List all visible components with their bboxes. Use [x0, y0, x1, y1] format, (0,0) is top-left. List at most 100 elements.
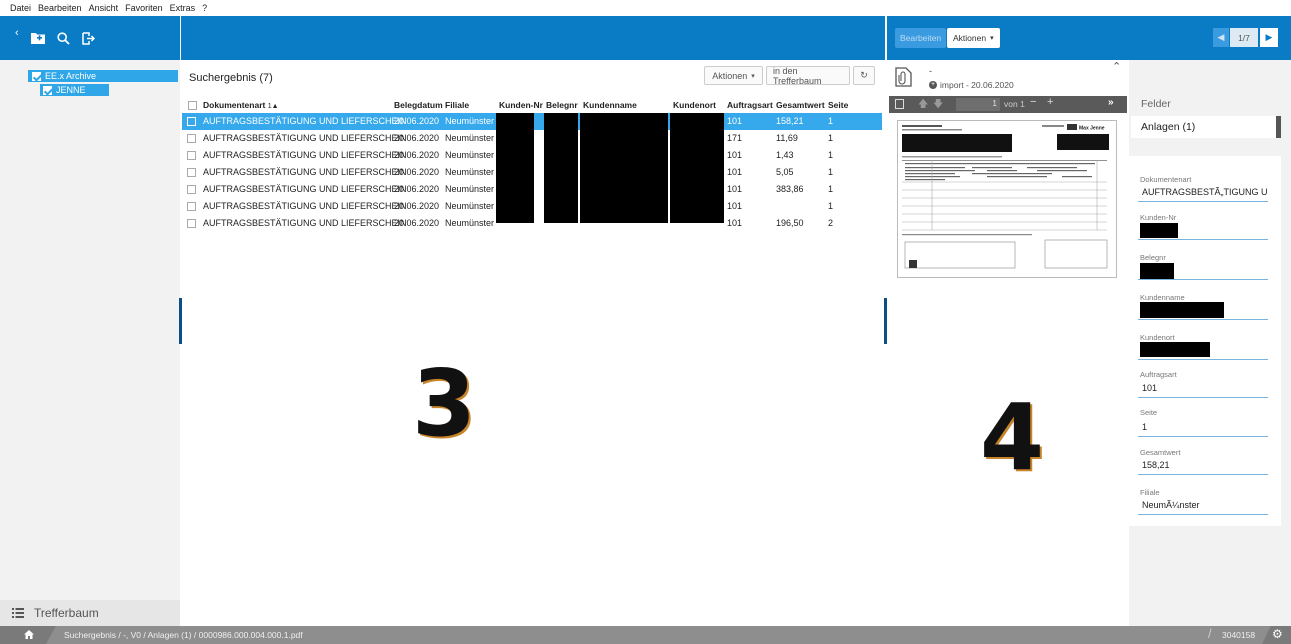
- cell-gesamtwert: 11,69: [776, 133, 798, 143]
- field-label-kundenname: Kundenname: [1140, 293, 1185, 302]
- page-down-icon[interactable]: 🡇: [933, 97, 943, 114]
- row-checkbox[interactable]: [187, 185, 196, 194]
- col-belegdatum[interactable]: Belegdatum: [394, 100, 443, 110]
- cell-art: AUFTRAGSBESTÄTIGUNG UND LIEFERSCHEIN: [203, 116, 407, 126]
- col-kundenname[interactable]: Kundenname: [583, 100, 637, 110]
- to-trefferbaum-button[interactable]: in den Trefferbaum: [766, 66, 850, 86]
- row-checkbox[interactable]: [187, 202, 196, 211]
- row-checkbox[interactable]: [187, 151, 196, 160]
- doc-info: + import - 20.06.2020: [929, 80, 1014, 90]
- refresh-button[interactable]: ↻: [853, 66, 875, 85]
- center-actions-button[interactable]: Aktionen ▾: [704, 66, 763, 85]
- pdf-toolbar: 🡅 🡇 1 von 1 − + »: [889, 96, 1127, 113]
- menu-favoriten[interactable]: Favoriten: [125, 3, 163, 13]
- field-label-auftragsart: Auftragsart: [1140, 370, 1177, 379]
- folder-add-icon[interactable]: [30, 32, 45, 44]
- checkbox-checked-icon[interactable]: [32, 71, 41, 81]
- tab-anlagen[interactable]: Anlagen (1): [1131, 116, 1281, 138]
- field-kundenname[interactable]: [1138, 302, 1268, 320]
- cell-datum: 20.06.2020: [394, 150, 440, 160]
- sidebar-toggle-icon[interactable]: [895, 99, 904, 109]
- gear-icon[interactable]: ⚙: [1272, 627, 1283, 641]
- pdf-page-preview[interactable]: Max Jenne: [897, 120, 1117, 278]
- record-counter: 3040158: [1222, 630, 1256, 640]
- row-checkbox[interactable]: [187, 134, 196, 143]
- field-label-dokumentenart: Dokumentenart: [1140, 175, 1192, 184]
- next-result-button[interactable]: ▶: [1260, 28, 1278, 47]
- tree-node-archive[interactable]: EE.x Archive: [28, 70, 178, 82]
- row-checkbox[interactable]: [187, 219, 196, 228]
- select-all-checkbox[interactable]: [188, 101, 197, 110]
- right-actions-button[interactable]: Aktionen ▾: [947, 28, 1000, 48]
- splitter-handle-left[interactable]: [179, 298, 182, 344]
- col-seite[interactable]: Seite: [828, 100, 848, 110]
- page-up-icon[interactable]: 🡅: [918, 97, 928, 114]
- redaction-kunden-nr: [496, 113, 534, 223]
- col-gesamtwert[interactable]: Gesamtwert: [776, 100, 825, 110]
- menu-datei[interactable]: Datei: [10, 3, 31, 13]
- cell-gesamtwert: 196,50: [776, 218, 804, 228]
- arrow-right-icon: ▶: [1265, 32, 1273, 42]
- edit-button[interactable]: Bearbeiten: [895, 28, 947, 48]
- page-number-input[interactable]: 1: [956, 98, 1000, 111]
- menu-ansicht[interactable]: Ansicht: [89, 3, 119, 13]
- col-kunden-nr[interactable]: Kunden-Nr: [499, 100, 543, 110]
- overlay-number-3: 3: [412, 350, 477, 457]
- trefferbaum-tab[interactable]: Trefferbaum: [0, 600, 180, 626]
- col-auftragsart[interactable]: Auftragsart: [727, 100, 773, 110]
- redaction: [1140, 302, 1224, 318]
- actions-label: Aktionen: [712, 70, 748, 81]
- tree-node-jenne[interactable]: JENNE: [40, 84, 109, 96]
- zoom-in-icon[interactable]: +: [1047, 96, 1053, 108]
- breadcrumb[interactable]: Suchergebnis / -, V0 / Anlagen (1) / 000…: [64, 630, 303, 640]
- collapse-left-icon[interactable]: ‹: [15, 27, 19, 39]
- row-checkbox[interactable]: [187, 168, 196, 177]
- field-kundenort[interactable]: [1138, 342, 1268, 360]
- field-kunden-nr[interactable]: [1138, 222, 1268, 240]
- field-belegnr[interactable]: [1138, 262, 1268, 280]
- document-paperclip-icon: [895, 67, 912, 87]
- col-filiale[interactable]: Filiale: [445, 100, 469, 110]
- search-icon[interactable]: [57, 31, 70, 45]
- cell-auftragsart: 101: [727, 184, 743, 194]
- cell-gesamtwert: 1,43: [776, 150, 794, 160]
- separator-slash: /: [1208, 626, 1212, 641]
- field-auftragsart[interactable]: 101: [1138, 380, 1268, 398]
- col-kundenort[interactable]: Kundenort: [673, 100, 716, 110]
- preview-brand: Max Jenne: [1079, 126, 1105, 132]
- cell-filiale: Neumünster: [445, 218, 495, 228]
- page-count: von 1: [1004, 99, 1025, 109]
- menu-bearbeiten[interactable]: Bearbeiten: [38, 3, 82, 13]
- field-label-filiale: Filiale: [1140, 488, 1160, 497]
- cell-seite: 1: [828, 150, 834, 160]
- refresh-icon: ↻: [860, 70, 868, 80]
- menu-extras[interactable]: Extras: [170, 3, 196, 13]
- collapse-up-icon[interactable]: ⌃: [1112, 60, 1121, 73]
- cell-art: AUFTRAGSBESTÄTIGUNG UND LIEFERSCHEIN: [203, 150, 407, 160]
- field-filiale[interactable]: NeumÃ¼nster: [1138, 497, 1268, 515]
- home-icon[interactable]: [24, 630, 34, 639]
- tab-felder[interactable]: Felder: [1141, 98, 1171, 110]
- cell-filiale: Neumünster: [445, 133, 495, 143]
- cell-seite: 2: [828, 218, 834, 228]
- arrow-left-icon: ◀: [1217, 32, 1225, 42]
- checkbox-checked-icon[interactable]: [43, 85, 52, 95]
- field-dokumentenart[interactable]: AUFTRAGSBESTÃ„TIGUNG UN: [1138, 184, 1268, 202]
- col-dokumentenart[interactable]: Dokumentenart 1▲: [203, 100, 279, 110]
- zoom-out-icon[interactable]: −: [1030, 96, 1036, 108]
- cell-datum: 20.06.2020: [394, 133, 440, 143]
- cell-datum: 20.06.2020: [394, 116, 440, 126]
- status-bar: Suchergebnis / -, V0 / Anlagen (1) / 000…: [0, 626, 1291, 644]
- field-seite[interactable]: 1: [1138, 419, 1268, 437]
- prev-result-button[interactable]: ◀: [1213, 28, 1229, 47]
- field-gesamtwert[interactable]: 158,21: [1138, 457, 1268, 475]
- cell-datum: 20.06.2020: [394, 218, 440, 228]
- tree-node-label: EE.x Archive: [45, 71, 97, 81]
- row-checkbox[interactable]: [187, 117, 196, 126]
- more-tools-icon[interactable]: »: [1108, 97, 1114, 108]
- col-belegnr[interactable]: Belegnr: [546, 100, 578, 110]
- redaction: [1140, 263, 1174, 279]
- logout-icon[interactable]: [81, 31, 95, 45]
- cell-auftragsart: 101: [727, 201, 743, 211]
- menu-help[interactable]: ?: [202, 3, 207, 13]
